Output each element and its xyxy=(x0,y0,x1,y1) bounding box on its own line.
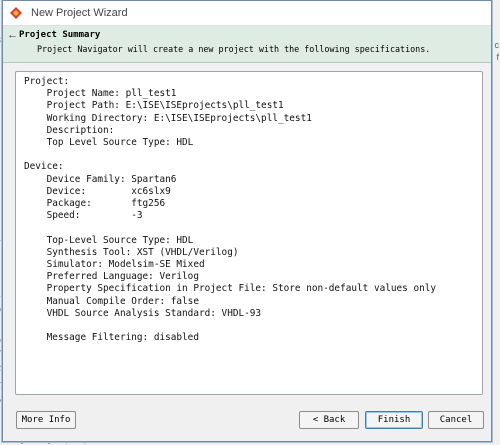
summary-line: Preferred Language: Verilog xyxy=(24,271,199,283)
bg-fragment: c xyxy=(494,40,500,50)
window-title: New Project Wizard xyxy=(31,7,128,19)
cancel-button[interactable]: Cancel xyxy=(428,411,484,429)
finish-button[interactable]: Finish xyxy=(365,411,423,429)
title-bar[interactable]: New Project Wizard xyxy=(3,1,491,26)
summary-line: Device: xc6slx9 xyxy=(24,185,171,197)
page-description: Project Navigator will create a new proj… xyxy=(37,44,431,54)
summary-line xyxy=(24,149,482,161)
summary-line: Device Family: Spartan6 xyxy=(24,173,177,185)
finish-label: Finish xyxy=(377,415,411,425)
summary-line: VHDL Source Analysis Standard: VHDL-93 xyxy=(24,307,262,319)
more-info-label: More Info xyxy=(21,415,71,425)
summary-line xyxy=(24,320,482,332)
summary-line: Top Level Source Type: HDL xyxy=(24,137,194,149)
more-info-button[interactable]: More Info xyxy=(16,411,76,429)
back-label: < Back xyxy=(312,415,346,425)
summary-line: Working Directory: E:\ISE\ISEprojects\pl… xyxy=(24,112,312,124)
summary-line xyxy=(24,222,482,234)
summary-line: Description: xyxy=(24,124,115,136)
cancel-label: Cancel xyxy=(439,415,473,425)
summary-line: Project Path: E:\ISE\ISEprojects\pll_tes… xyxy=(24,100,284,112)
bg-fragment: f xyxy=(496,52,499,62)
back-arrow-icon: ← xyxy=(7,29,18,41)
summary-line: Property Specification in Project File: … xyxy=(24,283,437,295)
summary-line: Manual Compile Order: false xyxy=(24,295,199,307)
summary-line: Project: xyxy=(24,76,70,87)
back-button[interactable]: < Back xyxy=(299,411,359,429)
summary-line: Simulator: Modelsim-SE Mixed xyxy=(24,259,205,271)
summary-text: Project: Project Name: pll_test1 Project… xyxy=(16,72,482,344)
summary-line: Device: xyxy=(24,161,64,173)
summary-line: Project Name: pll_test1 xyxy=(24,88,177,100)
new-project-wizard-dialog: New Project Wizard ← Project Summary Pro… xyxy=(2,0,492,442)
summary-line: Synthesis Tool: XST (VHDL/Verilog) xyxy=(24,246,239,258)
wizard-page-header: ← Project Summary Project Navigator will… xyxy=(3,26,491,63)
summary-line: Message Filtering: disabled xyxy=(24,332,199,344)
project-summary-text-area[interactable]: Project: Project Name: pll_test1 Project… xyxy=(15,71,483,395)
summary-line: Speed: -3 xyxy=(24,210,143,222)
summary-line: Top-Level Source Type: HDL xyxy=(24,234,194,246)
ise-app-icon xyxy=(10,7,22,19)
page-title: Project Summary xyxy=(19,30,101,40)
summary-line: Package: ftg256 xyxy=(24,198,166,210)
